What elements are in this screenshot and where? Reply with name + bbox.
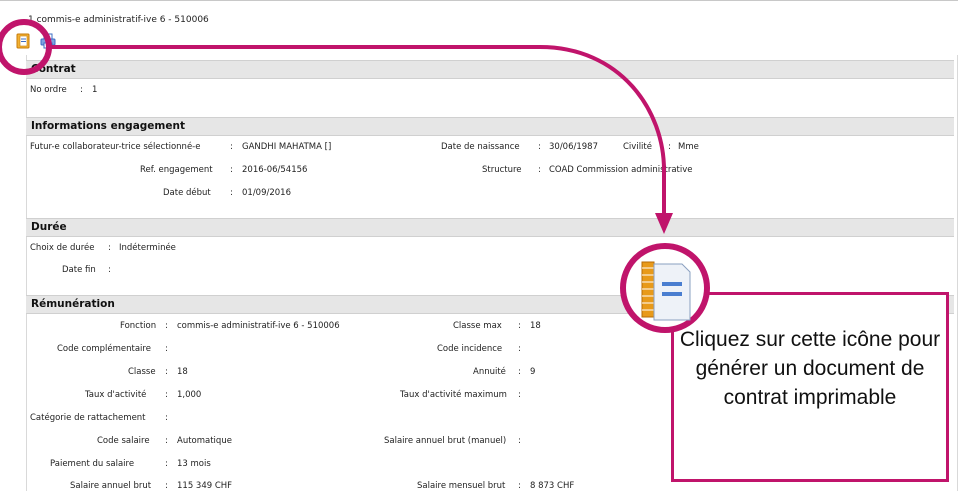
page-title: 1 commis-e administratif-ive 6 - 510006	[28, 15, 209, 25]
salaire-manuel-separator: :	[518, 436, 521, 446]
salaire-mensuel-label: Salaire mensuel brut	[417, 481, 506, 491]
classe-value: 18	[177, 367, 188, 377]
classe-max-label: Classe max	[453, 321, 502, 331]
section-title: Durée	[31, 221, 67, 233]
civilite-value: Mme	[678, 142, 699, 152]
civilite-label: Civilité	[623, 142, 652, 152]
code-incidence-label: Code incidence	[437, 344, 503, 354]
ref-separator: :	[230, 165, 233, 175]
structure-separator: :	[538, 165, 541, 175]
salaire-manuel-label: Salaire annuel brut (manuel)	[384, 436, 507, 446]
taux-max-separator: :	[518, 390, 521, 400]
section-contrat-header: Contrat	[26, 60, 954, 79]
collaborateur-label: Futur-e collaborateur-trice sélectionné-…	[30, 142, 201, 152]
callout-text: Cliquez sur cette icône pour générer un …	[679, 328, 941, 409]
annuite-value: 9	[530, 367, 536, 377]
naissance-label: Date de naissance	[441, 142, 520, 152]
code-comp-separator: :	[165, 344, 168, 354]
section-duree-header: Durée	[26, 218, 954, 237]
annuite-label: Annuité	[473, 367, 506, 377]
taux-separator: :	[165, 390, 168, 400]
no-ordre-label: No ordre	[30, 85, 67, 95]
section-title: Contrat	[31, 63, 76, 75]
fonction-value: commis-e administratif-ive 6 - 510006	[177, 321, 340, 331]
classe-max-value: 18	[530, 321, 541, 331]
date-fin-label: Date fin	[62, 265, 96, 275]
paiement-value: 13 mois	[177, 459, 211, 469]
no-ordre-separator: :	[80, 85, 83, 95]
salaire-annuel-separator: :	[165, 481, 168, 491]
ref-engagement-value: 2016-06/54156	[242, 165, 308, 175]
categorie-label: Catégorie de rattachement	[30, 413, 146, 423]
fonction-label: Fonction	[120, 321, 157, 331]
taux-max-label: Taux d'activité maximum	[400, 390, 507, 400]
paiement-label: Paiement du salaire	[50, 459, 135, 469]
taux-activite-label: Taux d'activité	[85, 390, 147, 400]
naissance-value: 30/06/1987	[549, 142, 598, 152]
code-complementaire-label: Code complémentaire	[57, 344, 151, 354]
section-title: Rémunération	[31, 298, 115, 310]
code-salaire-separator: :	[165, 436, 168, 446]
structure-value: COAD Commission administrative	[549, 165, 693, 175]
section-title: Informations engagement	[31, 120, 185, 132]
fin-separator: :	[108, 265, 111, 275]
paiement-separator: :	[165, 459, 168, 469]
contract-document-icon[interactable]	[15, 33, 31, 49]
code-salaire-value: Automatique	[177, 436, 232, 446]
top-bar	[0, 0, 958, 13]
salaire-mensuel-separator: :	[518, 481, 521, 491]
date-debut-label: Date début	[163, 188, 211, 198]
contract-page: 1 commis-e administratif-ive 6 - 510006 …	[0, 0, 958, 494]
ref-engagement-label: Ref. engagement	[140, 165, 213, 175]
code-salaire-label: Code salaire	[97, 436, 150, 446]
section-engagement-header: Informations engagement	[26, 117, 954, 136]
classe-label: Classe	[128, 367, 156, 377]
no-ordre-value: 1	[92, 85, 98, 95]
debut-separator: :	[230, 188, 233, 198]
classe-separator: :	[165, 367, 168, 377]
choix-separator: :	[108, 243, 111, 253]
structure-label: Structure	[482, 165, 522, 175]
salaire-mensuel-value: 8 873 CHF	[530, 481, 575, 491]
taux-activite-value: 1,000	[177, 390, 202, 400]
print-icon[interactable]	[40, 33, 56, 49]
collaborateur-separator: :	[230, 142, 233, 152]
naissance-separator: :	[538, 142, 541, 152]
salaire-annuel-value: 115 349 CHF	[177, 481, 233, 491]
classe-max-separator: :	[518, 321, 521, 331]
fonction-separator: :	[165, 321, 168, 331]
salaire-annuel-label: Salaire annuel brut	[70, 481, 152, 491]
civilite-separator: :	[668, 142, 671, 152]
categorie-separator: :	[165, 413, 168, 423]
choix-duree-label: Choix de durée	[30, 243, 95, 253]
annuite-separator: :	[518, 367, 521, 377]
collaborateur-value: GANDHI MAHATMA []	[242, 142, 332, 152]
choix-duree-value: Indéterminée	[119, 243, 176, 253]
code-incidence-separator: :	[518, 344, 521, 354]
date-debut-value: 01/09/2016	[242, 188, 291, 198]
